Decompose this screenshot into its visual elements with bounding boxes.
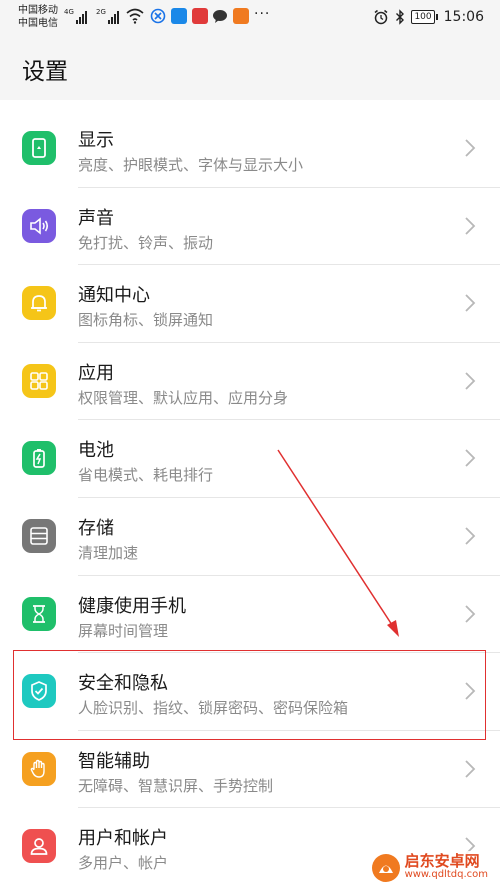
- item-title: 声音: [78, 207, 114, 229]
- chevron-right-icon: [465, 294, 476, 312]
- item-subtitle: 亮度、护眼模式、字体与显示大小: [78, 156, 304, 174]
- settings-item-sound[interactable]: 声音 免打扰、铃声、振动: [0, 188, 500, 266]
- item-title: 存储: [78, 517, 114, 539]
- status-right: 100 15:06: [373, 8, 484, 26]
- chevron-right-icon: [465, 139, 476, 157]
- item-subtitle: 多用户、帐户: [78, 854, 169, 873]
- battery-indicator: 100: [411, 10, 438, 24]
- page-header: 设置: [0, 36, 500, 100]
- app-notify-4-icon: [233, 8, 249, 24]
- item-title: 电池: [78, 440, 114, 462]
- signal-1-icon: 4G: [64, 8, 87, 24]
- chevron-right-icon: [465, 372, 476, 390]
- message-icon: [213, 10, 227, 23]
- app-notify-3-icon: [192, 8, 208, 24]
- settings-screen: 中国移动 中国电信 4G 2G ··· 100 15:06 设置 显示 亮度、护…: [0, 0, 500, 889]
- settings-item-display[interactable]: 显示 亮度、护眼模式、字体与显示大小: [0, 110, 500, 188]
- settings-item-battery[interactable]: 电池 省电模式、耗电排行: [0, 420, 500, 498]
- item-subtitle: 清理加速: [78, 543, 139, 562]
- watermark: 启东安卓网 www.qdltdq.com: [366, 851, 492, 885]
- battery-level: 100: [411, 10, 435, 24]
- settings-list: 显示 亮度、护眼模式、字体与显示大小 声音 免打扰、铃声、振动 通知中心 图标角…: [0, 110, 500, 886]
- hand-icon: [22, 751, 56, 786]
- item-subtitle: 图标角标、锁屏通知: [78, 311, 214, 330]
- more-notifications-icon: ···: [254, 6, 271, 22]
- watermark-title: 启东安卓网: [404, 852, 480, 870]
- item-subtitle: 无障碍、智慧识屏、手势控制: [78, 776, 274, 795]
- bluetooth-icon: [396, 9, 405, 25]
- settings-item-digital-balance[interactable]: 健康使用手机 屏幕时间管理: [0, 576, 500, 654]
- item-title: 通知中心: [78, 285, 150, 307]
- chevron-right-icon: [465, 604, 476, 623]
- chevron-right-icon: [465, 760, 476, 778]
- settings-item-storage[interactable]: 存储 清理加速: [0, 498, 500, 576]
- watermark-url: www.qdltdq.com: [404, 869, 488, 880]
- bell-icon: [22, 286, 56, 321]
- item-subtitle: 人脸识别、指纹、锁屏密码、密码保险箱: [78, 699, 349, 718]
- item-title: 应用: [78, 362, 114, 384]
- item-title: 显示: [78, 130, 114, 151]
- hourglass-icon: [22, 596, 56, 631]
- clock: 15:06: [443, 9, 484, 25]
- display-icon: [22, 131, 56, 165]
- app-notify-2-icon: [171, 8, 187, 24]
- app-notify-1-icon: [150, 8, 166, 24]
- item-subtitle: 屏幕时间管理: [78, 621, 169, 640]
- carrier-2: 中国电信: [18, 18, 58, 29]
- storage-icon: [22, 518, 56, 553]
- watermark-logo-icon: [371, 854, 400, 882]
- settings-item-notifications[interactable]: 通知中心 图标角标、锁屏通知: [0, 265, 500, 343]
- settings-item-apps[interactable]: 应用 权限管理、默认应用、应用分身: [0, 343, 500, 421]
- item-subtitle: 省电模式、耗电排行: [78, 466, 214, 485]
- chevron-right-icon: [465, 527, 476, 545]
- signal-2-icon: 2G: [96, 8, 119, 24]
- chevron-right-icon: [465, 449, 476, 468]
- item-subtitle: 免打扰、铃声、振动: [78, 233, 214, 252]
- item-subtitle: 权限管理、默认应用、应用分身: [78, 388, 289, 407]
- item-title: 用户和帐户: [78, 828, 168, 850]
- carrier-1: 中国移动: [18, 5, 58, 16]
- settings-item-smart-assistance[interactable]: 智能辅助 无障碍、智慧识屏、手势控制: [0, 731, 500, 809]
- carrier-names: 中国移动 中国电信: [18, 4, 58, 30]
- shield-icon: [22, 674, 56, 709]
- chevron-right-icon: [465, 216, 476, 235]
- user-icon: [22, 829, 56, 864]
- item-title: 智能辅助: [78, 750, 150, 772]
- chevron-right-icon: [465, 682, 476, 700]
- item-title: 安全和隐私: [78, 673, 168, 695]
- battery-icon: [22, 441, 56, 476]
- settings-item-security-privacy[interactable]: 安全和隐私 人脸识别、指纹、锁屏密码、密码保险箱: [0, 653, 500, 731]
- status-bar: 中国移动 中国电信 4G 2G ··· 100 15:06: [0, 0, 500, 36]
- apps-icon: [22, 363, 56, 398]
- wifi-icon: [126, 8, 144, 24]
- page-title: 设置: [22, 59, 68, 85]
- item-title: 健康使用手机: [78, 595, 186, 617]
- sound-icon: [22, 208, 56, 243]
- alarm-icon: [374, 9, 388, 25]
